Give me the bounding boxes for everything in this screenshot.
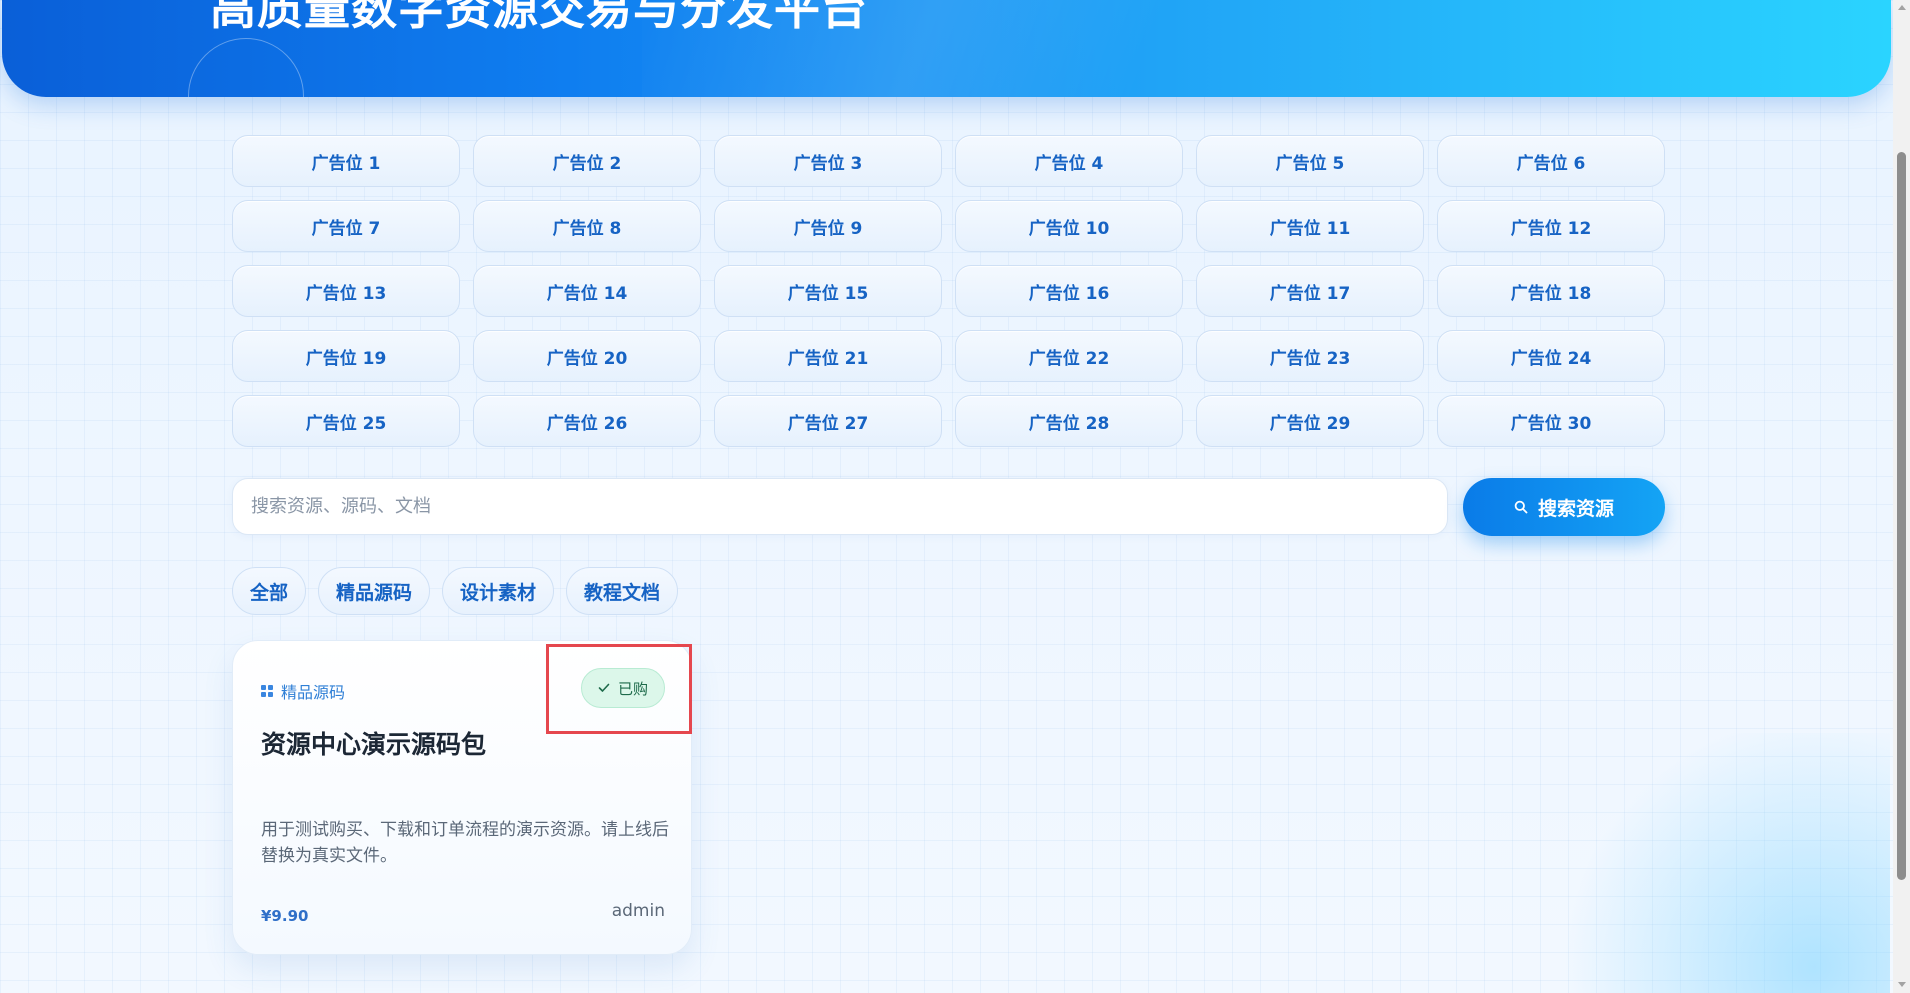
category-chip-1[interactable]: 精品源码 [318, 567, 431, 615]
search-box [232, 478, 1448, 535]
badge-label: 已购 [617, 679, 648, 698]
grid-icon [261, 685, 273, 697]
ad-slot-22[interactable]: 广告位 22 [955, 330, 1183, 382]
ad-slot-23[interactable]: 广告位 23 [1196, 330, 1424, 382]
ad-slot-11[interactable]: 广告位 11 [1196, 200, 1424, 252]
search-input[interactable] [233, 479, 1447, 534]
category-chip-0[interactable]: 全部 [232, 567, 307, 615]
ad-slot-13[interactable]: 广告位 13 [232, 265, 460, 317]
search-button-label: 搜索资源 [1537, 497, 1614, 520]
ad-slot-10[interactable]: 广告位 10 [955, 200, 1183, 252]
ad-slot-7[interactable]: 广告位 7 [232, 200, 460, 252]
background-glow [1510, 733, 1890, 993]
ad-slot-6[interactable]: 广告位 6 [1437, 135, 1665, 187]
ad-slot-24[interactable]: 广告位 24 [1437, 330, 1665, 382]
purchased-badge: 已购 [581, 668, 665, 708]
resource-card[interactable]: 精品源码 已购 资源中心演示源码包 用于测试购买、下载和订单流程的演示资源。请上… [232, 640, 692, 955]
ad-slot-16[interactable]: 广告位 16 [955, 265, 1183, 317]
ad-slot-18[interactable]: 广告位 18 [1437, 265, 1665, 317]
scroll-up-arrow-icon[interactable] [1898, 5, 1906, 10]
ad-slot-4[interactable]: 广告位 4 [955, 135, 1183, 187]
ad-slot-20[interactable]: 广告位 20 [473, 330, 701, 382]
card-title: 资源中心演示源码包 [261, 730, 487, 759]
ad-slot-1[interactable]: 广告位 1 [232, 135, 460, 187]
search-icon [1514, 500, 1528, 514]
ad-grid: 广告位 1 广告位 2 广告位 3 广告位 4 广告位 5 广告位 6 广告位 7 广告位 8… [232, 135, 1665, 447]
ad-slot-8[interactable]: 广告位 8 [473, 200, 701, 252]
ad-slot-29[interactable]: 广告位 29 [1196, 395, 1424, 447]
hero-decor-circle [188, 38, 304, 97]
ad-slot-14[interactable]: 广告位 14 [473, 265, 701, 317]
ad-slot-28[interactable]: 广告位 28 [955, 395, 1183, 447]
scrollbar-thumb[interactable] [1897, 152, 1906, 880]
ad-slot-9[interactable]: 广告位 9 [714, 200, 942, 252]
scroll-down-arrow-icon[interactable] [1898, 982, 1906, 987]
card-price: ¥9.90 [261, 907, 309, 925]
category-filter: 全部 精品源码 设计素材 教程文档 [232, 567, 679, 615]
hero-banner: 高质量数字资源交易与分发平台 [2, 0, 1891, 97]
card-category: 精品源码 [261, 679, 345, 703]
category-chip-3[interactable]: 教程文档 [566, 567, 679, 615]
ad-slot-21[interactable]: 广告位 21 [714, 330, 942, 382]
ad-slot-3[interactable]: 广告位 3 [714, 135, 942, 187]
ad-slot-12[interactable]: 广告位 12 [1437, 200, 1665, 252]
ad-slot-15[interactable]: 广告位 15 [714, 265, 942, 317]
hero-title: 高质量数字资源交易与分发平台 [210, 0, 868, 35]
ad-slot-19[interactable]: 广告位 19 [232, 330, 460, 382]
card-description: 用于测试购买、下载和订单流程的演示资源。请上线后替换为真实文件。 [261, 820, 669, 866]
card-category-label: 精品源码 [281, 683, 346, 702]
check-icon [598, 683, 610, 692]
ad-slot-27[interactable]: 广告位 27 [714, 395, 942, 447]
search-button[interactable]: 搜索资源 [1463, 478, 1665, 536]
ad-slot-2[interactable]: 广告位 2 [473, 135, 701, 187]
category-chip-2[interactable]: 设计素材 [442, 567, 555, 615]
card-author: admin [611, 901, 665, 921]
ad-slot-26[interactable]: 广告位 26 [473, 395, 701, 447]
ad-slot-25[interactable]: 广告位 25 [232, 395, 460, 447]
ad-slot-5[interactable]: 广告位 5 [1196, 135, 1424, 187]
ad-slot-30[interactable]: 广告位 30 [1437, 395, 1665, 447]
ad-slot-17[interactable]: 广告位 17 [1196, 265, 1424, 317]
